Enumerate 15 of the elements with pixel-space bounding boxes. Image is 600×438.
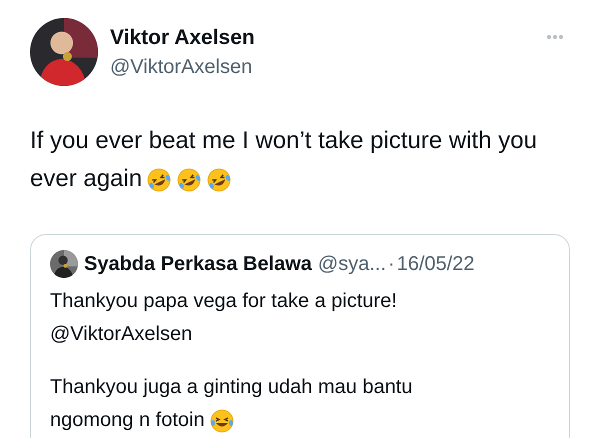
quoted-tweet-text: Thankyou juga a ginting udah mau bantu ngomong n fotoin [50, 371, 470, 437]
laughing-face-icon [176, 166, 202, 193]
tweet-text: If you ever beat me I won’t take picture with you ever again [30, 126, 538, 195]
author-name: Viktor Axelsen [110, 25, 255, 51]
more-icon[interactable] [546, 34, 564, 40]
quoted-tweet-card[interactable]: Syabda Perkasa Belawa @sya...·16/05/22 Thankyou papa vega for take a picture! @ViktorAxelsen Thankyou juga a ginting udah mau bantu ngomong n fotoin [30, 234, 570, 438]
quoted-tweet-text: Thankyou papa vega for take a picture! @ViktorAxelsen [50, 289, 398, 347]
quoted-author-name: Syabda Perkasa Belawa [84, 252, 312, 277]
laughing-face-icon [146, 166, 172, 193]
separator-dot: · [388, 252, 395, 277]
quoted-author-handle: @sya... [318, 252, 386, 277]
tweet-date: 16/05/22 [396, 252, 475, 277]
laughing-face-icon [208, 408, 235, 434]
laughing-face-icon [206, 166, 232, 193]
author-handle: @ViktorAxelsen [110, 55, 254, 80]
